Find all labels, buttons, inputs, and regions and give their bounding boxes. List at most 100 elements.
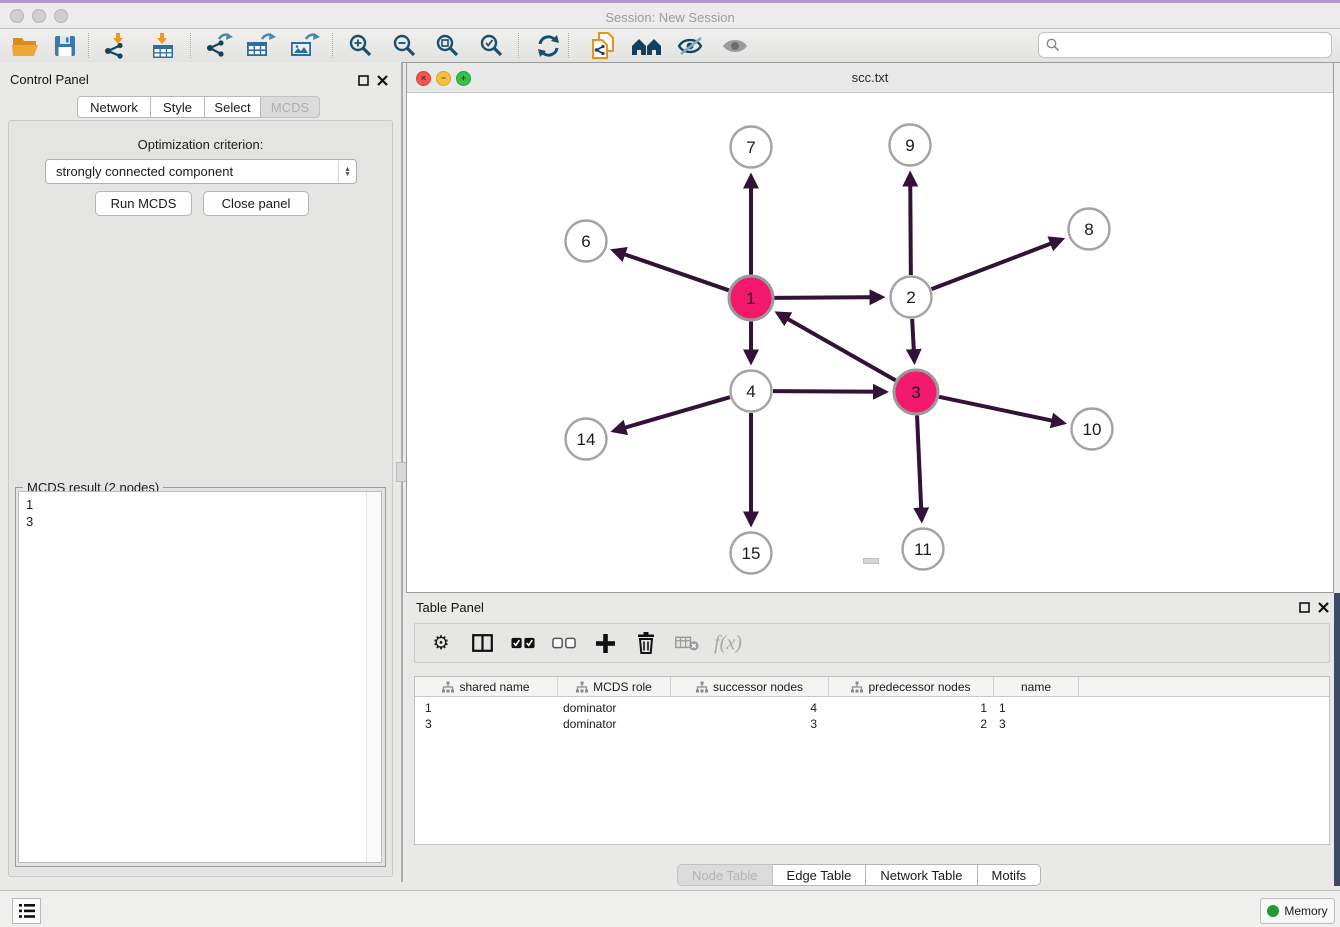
export-image-button[interactable] (288, 32, 322, 60)
search-box[interactable] (1038, 32, 1332, 58)
zoom-out-button[interactable] (388, 32, 422, 60)
graph-edge-4-3[interactable] (773, 391, 885, 392)
add-column-icon[interactable] (593, 631, 617, 655)
import-table-button[interactable] (146, 32, 180, 60)
graph-edge-3-10[interactable] (939, 397, 1063, 423)
cell-successor-nodes[interactable]: 3 (671, 717, 829, 731)
tab-edge-table[interactable]: Edge Table (773, 864, 867, 886)
graph-node-label-8: 8 (1084, 220, 1093, 239)
memory-button[interactable]: Memory (1260, 898, 1335, 924)
graph-node-label-2: 2 (906, 288, 915, 307)
table-row[interactable]: 3 dominator 3 2 3 (415, 716, 1329, 732)
window-title: Session: New Session (0, 10, 1340, 25)
table-panel-title: Table Panel (416, 600, 484, 615)
graph-edge-3-11[interactable] (917, 415, 922, 519)
cell-predecessor-nodes[interactable]: 2 (829, 717, 994, 731)
table-options-gear-icon[interactable]: ⚙ (429, 631, 453, 655)
open-session-button[interactable] (8, 32, 42, 60)
delete-table-icon[interactable] (675, 631, 699, 655)
mcds-panel: Optimization criterion: strongly connect… (8, 120, 393, 877)
column-header-predecessor-nodes[interactable]: predecessor nodes (829, 677, 994, 696)
column-header-name[interactable]: name (994, 677, 1079, 696)
cell-mcds-role[interactable]: dominator (558, 701, 671, 715)
houses-icon (631, 35, 663, 57)
close-table-panel-icon[interactable] (1318, 602, 1329, 613)
graph-node-label-11: 11 (914, 540, 932, 559)
export-network-button[interactable] (202, 32, 236, 60)
show-columns-icon[interactable] (470, 631, 494, 655)
close-panel-button[interactable]: Close panel (203, 191, 309, 216)
zoom-fit-button[interactable] (431, 32, 465, 60)
export-network-icon (205, 33, 233, 59)
deselect-all-columns-icon[interactable] (552, 631, 576, 655)
export-image-icon (290, 33, 320, 59)
column-tree-icon (442, 681, 454, 693)
close-panel-icon[interactable] (377, 75, 388, 86)
run-mcds-button[interactable]: Run MCDS (95, 191, 192, 216)
float-panel-icon[interactable] (358, 75, 369, 86)
tab-mcds[interactable]: MCDS (261, 96, 320, 118)
tab-network[interactable]: Network (77, 96, 151, 118)
tab-select[interactable]: Select (205, 96, 261, 118)
graph-edge-3-1[interactable] (778, 313, 896, 380)
export-table-button[interactable] (244, 32, 278, 60)
tab-node-table[interactable]: Node Table (677, 864, 773, 886)
graph-node-label-14: 14 (577, 430, 596, 449)
network-window-titlebar[interactable]: × − + scc.txt (407, 63, 1333, 93)
column-header-shared-name[interactable]: shared name (415, 677, 558, 696)
search-input[interactable] (1064, 37, 1331, 53)
function-builder-icon[interactable]: f(x) (716, 631, 740, 655)
result-scrollbar[interactable] (366, 492, 380, 862)
graph-edge-1-2[interactable] (774, 297, 881, 298)
import-table-icon (150, 33, 176, 59)
cell-name[interactable]: 1 (994, 701, 1079, 715)
graph-edge-2-9[interactable] (910, 174, 911, 275)
save-floppy-icon (54, 35, 76, 57)
delete-column-icon[interactable] (634, 631, 658, 655)
float-table-panel-icon[interactable] (1299, 602, 1310, 613)
zoom-in-button[interactable] (344, 32, 378, 60)
graph-edge-2-3[interactable] (912, 319, 914, 361)
import-network-button[interactable] (100, 32, 134, 60)
task-history-button[interactable] (12, 898, 41, 924)
graph-node-label-15: 15 (742, 544, 761, 563)
memory-status-dot (1267, 905, 1279, 917)
cell-predecessor-nodes[interactable]: 1 (829, 701, 994, 715)
first-neighbors-button[interactable] (630, 32, 664, 60)
graph-node-label-7: 7 (746, 138, 755, 157)
mcds-result-line: 1 (19, 492, 381, 513)
tab-style[interactable]: Style (151, 96, 205, 118)
tab-network-table[interactable]: Network Table (866, 864, 977, 886)
clone-network-icon (591, 32, 615, 60)
control-panel-tabs: Network Style Select MCDS (77, 96, 320, 118)
zoom-out-icon (393, 34, 417, 58)
criterion-select[interactable]: strongly connected component ▲▼ (45, 159, 357, 184)
network-resize-grip[interactable] (863, 558, 879, 564)
cell-successor-nodes[interactable]: 4 (671, 701, 829, 715)
cell-shared-name[interactable]: 3 (415, 717, 558, 731)
graph-edge-4-14[interactable] (614, 397, 730, 431)
save-session-button[interactable] (48, 32, 82, 60)
apply-layout-button[interactable] (531, 32, 565, 60)
select-all-columns-icon[interactable] (511, 631, 535, 655)
network-graph-canvas[interactable]: 7968124314101511 (407, 92, 1333, 592)
cell-name[interactable]: 3 (994, 717, 1079, 731)
graph-edge-1-6[interactable] (614, 251, 729, 291)
table-row[interactable]: 1 dominator 4 1 1 (415, 697, 1329, 716)
graph-edge-2-8[interactable] (932, 240, 1062, 290)
cell-mcds-role[interactable]: dominator (558, 717, 671, 731)
column-header-successor-nodes[interactable]: successor nodes (671, 677, 829, 696)
app-window: { "window": { "title": "Session: New Ses… (0, 0, 1340, 926)
show-all-button[interactable] (718, 32, 752, 60)
tab-motifs[interactable]: Motifs (978, 864, 1042, 886)
zoom-selected-button[interactable] (475, 32, 509, 60)
mcds-result-textarea[interactable]: 1 3 (18, 491, 382, 863)
clone-network-button[interactable] (586, 32, 620, 60)
eye-icon (721, 36, 749, 56)
table-tabs: Node Table Edge Table Network Table Moti… (677, 864, 1041, 886)
column-header-mcds-role[interactable]: MCDS role (558, 677, 671, 696)
zoom-selected-icon (480, 34, 504, 58)
cell-shared-name[interactable]: 1 (415, 701, 558, 715)
hide-selected-button[interactable] (674, 32, 708, 60)
refresh-icon (536, 34, 561, 58)
